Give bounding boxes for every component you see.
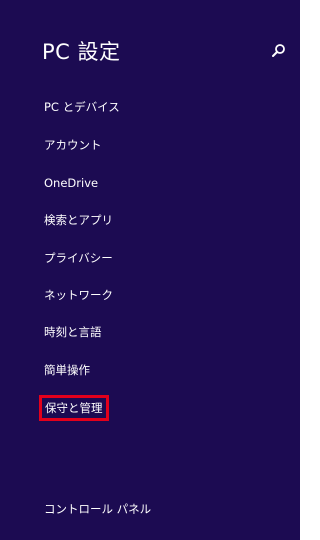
settings-nav: PC とデバイス アカウント OneDrive 検索とアプリ プライバシー ネッ… bbox=[0, 0, 300, 540]
control-panel-link[interactable]: コントロール パネル bbox=[44, 501, 151, 517]
nav-item-pc-and-devices[interactable]: PC とデバイス bbox=[44, 99, 120, 115]
nav-item-network[interactable]: ネットワーク bbox=[44, 287, 113, 303]
nav-item-time-and-language[interactable]: 時刻と言語 bbox=[44, 324, 102, 340]
nav-item-onedrive[interactable]: OneDrive bbox=[44, 175, 98, 191]
nav-item-search-and-apps[interactable]: 検索とアプリ bbox=[44, 212, 113, 228]
nav-item-accounts[interactable]: アカウント bbox=[44, 137, 102, 153]
nav-item-ease-of-access[interactable]: 簡単操作 bbox=[44, 362, 90, 378]
pc-settings-panel: PC 設定 PC とデバイス アカウント OneDrive 検索とアプリ プライ… bbox=[0, 0, 300, 540]
nav-item-privacy[interactable]: プライバシー bbox=[44, 250, 113, 266]
nav-item-update-and-recovery[interactable]: 保守と管理 bbox=[39, 395, 109, 421]
